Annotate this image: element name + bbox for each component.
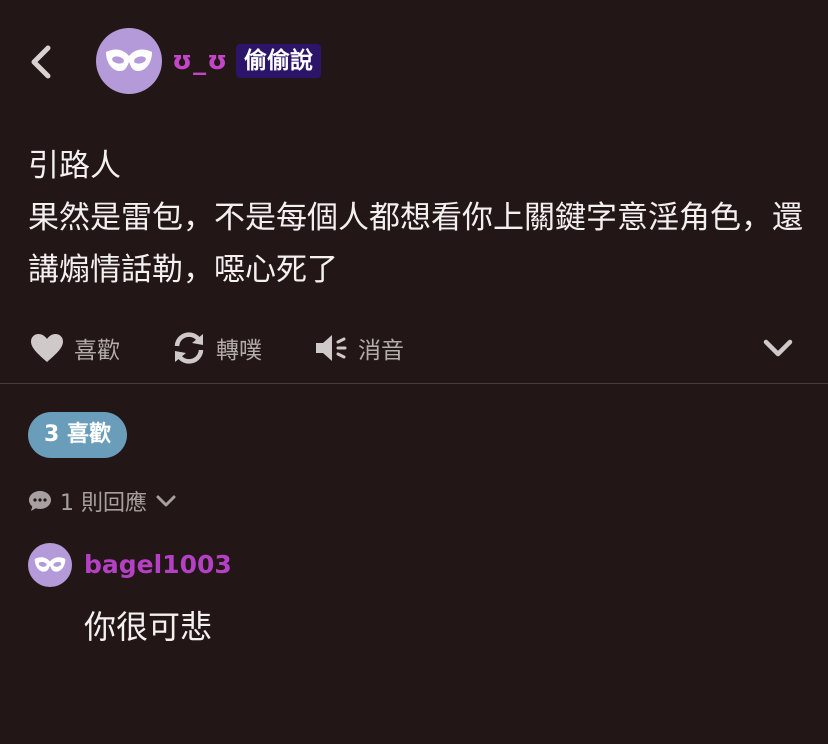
- heart-icon: [31, 334, 63, 362]
- repost-button[interactable]: 轉噗: [172, 326, 262, 370]
- like-button[interactable]: 喜歡: [30, 326, 120, 370]
- back-chevron-icon: [31, 45, 51, 79]
- repost-label: 轉噗: [216, 338, 262, 364]
- reply-count-label: 1 則回應: [60, 491, 147, 516]
- chevron-down-icon: [763, 339, 793, 357]
- likes-label: 喜歡: [66, 422, 111, 447]
- repost-icon: [174, 332, 204, 364]
- commenter-username[interactable]: bagel1003: [84, 550, 232, 579]
- mask-icon: [34, 557, 66, 572]
- author-avatar[interactable]: [96, 28, 162, 94]
- board-tag[interactable]: 偷偷說: [236, 44, 321, 78]
- speech-bubble-icon: [29, 491, 51, 511]
- mask-icon: [106, 49, 152, 72]
- likes-count-button[interactable]: 3 喜歡: [28, 412, 127, 458]
- reply-count-toggle[interactable]: 1 則回應: [28, 484, 177, 518]
- comment-content: 你很可悲: [84, 608, 213, 646]
- post-content: 引路人 果然是雷包，不是每個人都想看你上關鍵字意淫角色，還講煽情話勒，噁心死了: [28, 148, 803, 288]
- divider: [0, 383, 828, 384]
- mute-label: 消音: [358, 338, 404, 364]
- likes-count: 3: [44, 422, 60, 447]
- chevron-down-icon: [156, 495, 176, 507]
- author-username[interactable]: ʊ_ʊ: [172, 46, 228, 76]
- back-button[interactable]: [24, 40, 60, 84]
- commenter-avatar[interactable]: [28, 543, 72, 587]
- mute-speaker-icon: [316, 335, 347, 361]
- like-label: 喜歡: [74, 338, 120, 364]
- more-options-button[interactable]: [760, 330, 796, 366]
- mute-button[interactable]: 消音: [314, 326, 404, 370]
